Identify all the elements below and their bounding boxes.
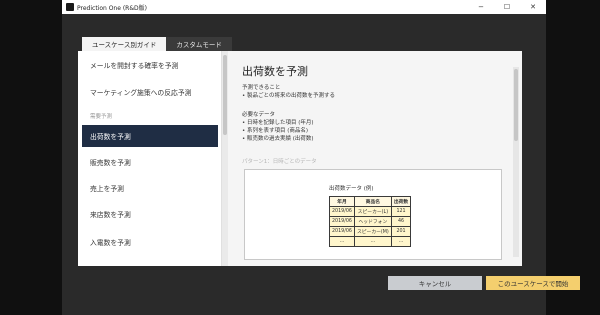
- minimize-button[interactable]: −: [468, 0, 494, 14]
- table-cell: …: [390, 236, 412, 247]
- table-cell: スピーカー(L): [353, 206, 392, 217]
- column-header: 年月: [329, 196, 355, 207]
- table-cell: 2019/06: [329, 226, 355, 237]
- sidebar-scroll-thumb[interactable]: [223, 55, 227, 135]
- sidebar-item-visitors[interactable]: 来店数を予測: [82, 203, 218, 225]
- table-row: 2019/06 スピーカー(L) 121: [329, 206, 412, 217]
- usecase-detail: 出荷数を予測 予測できること • 製品ごとの将来の出荷数を予測する 必要なデータ…: [236, 51, 522, 266]
- sidebar-item-revenue[interactable]: 売上を予測: [82, 177, 218, 199]
- table-cell: 2019/06: [329, 206, 355, 217]
- table-row: 2019/06 スピーカー(M) 201: [329, 226, 412, 237]
- sidebar-item-sales-count[interactable]: 販売数を予測: [82, 151, 218, 173]
- required-item: • 日時を記録した項目 (年月): [242, 120, 314, 126]
- window-title: Prediction One (R&D版): [77, 4, 147, 12]
- table-row: … … …: [329, 236, 412, 247]
- app-logo-icon: [66, 3, 74, 11]
- title-bar: Prediction One (R&D版) − ☐ ✕: [62, 0, 546, 14]
- sidebar-item-calls[interactable]: 入電数を予測: [82, 231, 218, 253]
- column-header: 商品名: [353, 196, 392, 207]
- can-predict-item: • 製品ごとの将来の出荷数を予測する: [242, 93, 335, 99]
- sidebar-item-email-open[interactable]: メールを開封する確率を予測: [82, 54, 218, 76]
- mode-tabs: ユースケース別ガイド カスタムモード: [82, 37, 232, 51]
- table-cell: …: [329, 236, 355, 247]
- sidebar-scrollbar[interactable]: [222, 51, 228, 266]
- can-predict-heading: 予測できること: [242, 85, 281, 91]
- content-scroll-thumb[interactable]: [514, 69, 518, 141]
- required-data-heading: 必要なデータ: [242, 112, 276, 118]
- table-cell: 46: [390, 216, 412, 227]
- tab-custom-mode[interactable]: カスタムモード: [166, 37, 232, 51]
- table-cell: …: [353, 236, 392, 247]
- required-item: • 販売数の過去実績 (出荷数): [242, 136, 314, 142]
- required-item: • 系列を表す項目 (商品名): [242, 128, 309, 134]
- page-title: 出荷数を予測: [242, 65, 308, 78]
- sidebar-item-shipments[interactable]: 出荷数を予測: [82, 125, 218, 147]
- example-table: 年月 商品名 出荷数 2019/06 スピーカー(L) 121 2019/06 …: [329, 196, 412, 247]
- app-window: Prediction One (R&D版) − ☐ ✕ ユースケース別ガイド カ…: [62, 0, 580, 315]
- tab-usecase-guide[interactable]: ユースケース別ガイド: [82, 37, 167, 51]
- usecase-sidebar: メールを開封する確率を予測 マーケティング施策への反応予測 需要予測 出荷数を予…: [78, 51, 222, 266]
- table-cell: ヘッドフォン: [353, 216, 392, 227]
- start-usecase-button[interactable]: このユースケースで開始: [486, 276, 580, 290]
- table-cell: スピーカー(M): [353, 226, 392, 237]
- content-scrollbar[interactable]: [513, 67, 519, 257]
- column-header: 出荷数: [390, 196, 412, 207]
- table-cell: 201: [390, 226, 412, 237]
- sidebar-item-marketing-response[interactable]: マーケティング施策への反応予測: [82, 81, 218, 103]
- pattern-label: パターン1：日時ごとのデータ: [242, 159, 317, 165]
- guide-panel: メールを開封する確率を予測 マーケティング施策への反応予測 需要予測 出荷数を予…: [78, 51, 522, 266]
- window-controls: − ☐ ✕: [468, 0, 546, 14]
- close-button[interactable]: ✕: [520, 0, 546, 14]
- table-cell: 2019/06: [329, 216, 355, 227]
- cancel-button[interactable]: キャンセル: [388, 276, 482, 290]
- table-header-row: 年月 商品名 出荷数: [329, 196, 412, 207]
- table-row: 2019/06 ヘッドフォン 46: [329, 216, 412, 227]
- table-cell: 121: [390, 206, 412, 217]
- sidebar-group-demand-forecast: 需要予測: [90, 114, 113, 120]
- example-data-box: 出荷数データ (例) 年月 商品名 出荷数 2019/06 スピーカー(L) 1…: [244, 169, 502, 260]
- example-title: 出荷数データ (例): [329, 186, 374, 192]
- maximize-button[interactable]: ☐: [494, 0, 520, 14]
